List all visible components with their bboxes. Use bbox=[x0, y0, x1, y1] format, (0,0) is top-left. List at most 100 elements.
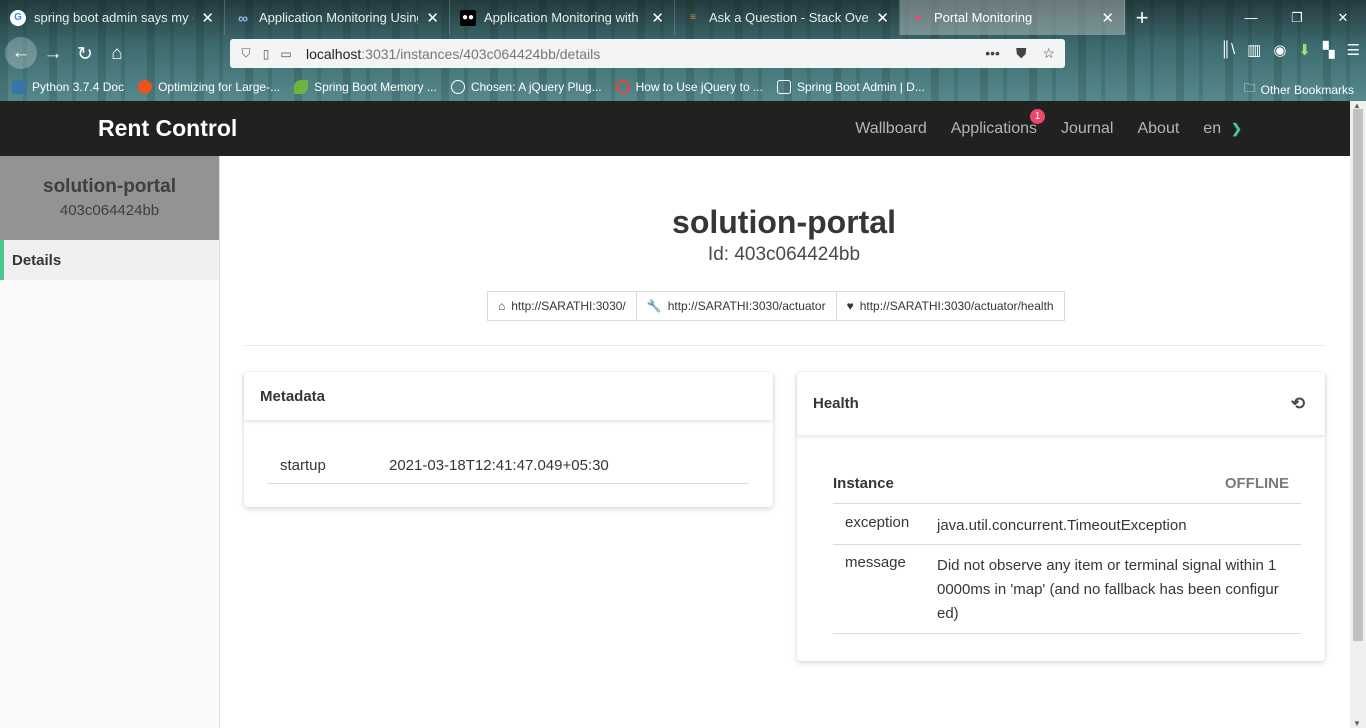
app-nav-menu: Wallboard Applications 1 Journal About en… bbox=[855, 101, 1242, 156]
tab-title: Ask a Question - Stack Overflo bbox=[709, 10, 869, 25]
bookmark-item[interactable]: How to Use jQuery to ... bbox=[615, 80, 763, 94]
scrollbar-thumb[interactable] bbox=[1353, 109, 1363, 641]
other-bookmarks[interactable]: 🗀 Other Bookmarks bbox=[1244, 79, 1354, 100]
bookmark-item[interactable]: Optimizing for Large-... bbox=[138, 80, 280, 94]
close-icon[interactable]: ✕ bbox=[201, 9, 214, 27]
sidebar-header: solution-portal 403c064424bb bbox=[0, 156, 219, 240]
scrollbar[interactable]: ▲ ▼ bbox=[1350, 101, 1366, 728]
pulse-icon: ⌁ bbox=[913, 9, 923, 25]
leaf-icon bbox=[294, 80, 309, 94]
extensions-icon[interactable]: ▚ bbox=[1323, 41, 1335, 59]
sidebar-instance-id: 403c064424bb bbox=[59, 202, 160, 219]
close-window-icon[interactable]: ✕ bbox=[1320, 0, 1366, 35]
page-icon[interactable]: ▯ bbox=[256, 47, 276, 61]
metadata-card: Metadata startup 2021-03-18T12:41:47.049… bbox=[244, 372, 773, 507]
health-table: Instance OFFLINE exception java.util.con… bbox=[833, 463, 1301, 634]
forward-icon[interactable]: → bbox=[38, 39, 68, 69]
window-controls: — ❐ ✕ bbox=[1228, 0, 1366, 35]
url-text[interactable]: localhost:3031/instances/403c064424bb/de… bbox=[306, 46, 985, 62]
close-icon[interactable]: ✕ bbox=[1101, 9, 1114, 27]
bookmark-label: Spring Boot Admin | D... bbox=[796, 80, 925, 94]
page-subtitle: Id: 403c064424bb bbox=[707, 244, 861, 265]
bookmark-label: Python 3.7.4 Doc bbox=[32, 80, 125, 94]
home-icon[interactable]: ⌂ bbox=[102, 39, 132, 69]
restore-icon[interactable]: ❐ bbox=[1274, 0, 1320, 35]
shield-icon[interactable]: ⛉ bbox=[236, 46, 256, 61]
close-icon[interactable]: ✕ bbox=[876, 9, 889, 27]
metadata-key: startup bbox=[280, 456, 326, 474]
close-icon[interactable]: ✕ bbox=[651, 9, 664, 27]
history-icon[interactable]: ⟲ bbox=[1291, 394, 1305, 414]
folder-icon: 🗀 bbox=[1243, 81, 1256, 95]
address-bar[interactable]: ⛉ ▯ ▭ localhost:3031/instances/403c06442… bbox=[230, 39, 1065, 68]
heartbeat-icon: ♥ bbox=[846, 299, 854, 313]
home-url-button[interactable]: ⌂ http://SARATHI:3030/ bbox=[487, 291, 637, 321]
browser-tab[interactable]: G spring boot admin says my clie ✕ bbox=[0, 0, 225, 35]
new-tab-button[interactable]: + bbox=[1125, 0, 1159, 35]
bookmark-item[interactable]: Chosen: A jQuery Plug... bbox=[450, 80, 602, 94]
reload-icon[interactable]: ↻ bbox=[70, 39, 100, 69]
browser-tab[interactable]: ≡ Ask a Question - Stack Overflo ✕ bbox=[675, 0, 900, 35]
close-icon[interactable]: ✕ bbox=[426, 9, 439, 27]
browser-tab[interactable]: ∞ Application Monitoring Using ✕ bbox=[225, 0, 450, 35]
page-title: solution-portal bbox=[672, 204, 896, 240]
minimize-icon[interactable]: — bbox=[1228, 0, 1274, 35]
brand-title[interactable]: Rent Control bbox=[98, 115, 237, 142]
link-label: http://SARATHI:3030/actuator bbox=[667, 299, 826, 313]
notification-badge: 1 bbox=[1030, 108, 1045, 124]
health-card: Health ⟲ Instance OFFLINE exception java… bbox=[797, 372, 1325, 661]
navigation-toolbar: ← → ↻ ⌂ ⛉ ▯ ▭ localhost:3031/instances/4… bbox=[0, 35, 1366, 72]
instance-links: ⌂ http://SARATHI:3030/ 🔧 http://SARATHI:30… bbox=[487, 291, 1065, 321]
table-row: message Did not observe any item or term… bbox=[833, 545, 1301, 634]
nav-about[interactable]: About bbox=[1137, 120, 1179, 138]
browser-chrome: G spring boot admin says my clie ✕ ∞ App… bbox=[0, 0, 1366, 101]
bookmark-item[interactable]: Spring Boot Memory ... bbox=[294, 80, 437, 94]
metadata-card-title: Metadata bbox=[244, 372, 773, 420]
infinity-icon bbox=[615, 80, 630, 94]
browser-tab-active[interactable]: ⌁ Portal Monitoring ✕ bbox=[900, 0, 1125, 35]
tab-title: Portal Monitoring bbox=[934, 10, 1033, 25]
home-icon: ⌂ bbox=[498, 299, 506, 313]
nav-journal[interactable]: Journal bbox=[1061, 120, 1113, 138]
app-navbar: Rent Control Wallboard Applications 1 Jou… bbox=[0, 101, 1350, 156]
actuator-url-button[interactable]: 🔧 http://SARATHI:3030/actuator bbox=[635, 291, 837, 321]
table-row: startup 2021-03-18T12:41:47.049+05:30 bbox=[267, 447, 749, 484]
health-key: message bbox=[845, 554, 906, 571]
link-label: http://SARATHI:3030/actuator/health bbox=[859, 299, 1054, 313]
download-icon[interactable]: ⬇ bbox=[1298, 41, 1311, 59]
instance-label: Instance bbox=[833, 474, 894, 492]
bookmark-item[interactable]: Spring Boot Admin | D... bbox=[776, 80, 925, 94]
language-select[interactable]: en ❯ bbox=[1203, 120, 1242, 138]
sidebar: solution-portal 403c064424bb Details bbox=[0, 156, 220, 728]
sidebar-item-details[interactable]: Details bbox=[0, 240, 219, 280]
health-url-button[interactable]: ♥ http://SARATHI:3030/actuator/health bbox=[835, 291, 1065, 321]
tab-title: Application Monitoring Using bbox=[259, 10, 419, 25]
nav-applications-label: Applications bbox=[950, 119, 1037, 137]
browser-tab[interactable]: ●● Application Monitoring with P ✕ bbox=[450, 0, 675, 35]
health-card-title: Health bbox=[813, 395, 859, 412]
reader-icon[interactable]: ▭ bbox=[276, 47, 296, 61]
menu-icon[interactable]: ☰ bbox=[1347, 41, 1360, 59]
library-icon[interactable]: ║\ bbox=[1220, 41, 1235, 59]
bookmark-item[interactable]: Python 3.7.4 Doc bbox=[12, 80, 124, 94]
health-instance-row: Instance OFFLINE bbox=[833, 463, 1301, 504]
sidebar-instance-name: solution-portal bbox=[43, 176, 176, 197]
health-value: java.util.concurrent.TimeoutException bbox=[937, 517, 1187, 534]
sidebar-toggle-icon[interactable]: ▥ bbox=[1247, 41, 1261, 59]
stackoverflow-icon: ≡ bbox=[690, 12, 696, 23]
python-icon bbox=[12, 80, 26, 94]
nav-wallboard[interactable]: Wallboard bbox=[855, 120, 926, 138]
chevron-down-icon: ❯ bbox=[1231, 120, 1242, 136]
more-icon[interactable]: ••• bbox=[985, 45, 1000, 62]
back-icon[interactable]: ← bbox=[5, 37, 37, 69]
pocket-icon[interactable]: ⛊ bbox=[1016, 45, 1027, 62]
health-value: Did not observe any item or terminal sig… bbox=[937, 557, 1279, 622]
scroll-down-icon[interactable]: ▼ bbox=[1353, 719, 1361, 728]
metadata-value: 2021-03-18T12:41:47.049+05:30 bbox=[389, 456, 609, 474]
star-icon[interactable]: ☆ bbox=[1042, 45, 1055, 62]
tab-strip: G spring boot admin says my clie ✕ ∞ App… bbox=[0, 0, 1366, 35]
health-card-header: Health ⟲ bbox=[797, 372, 1325, 435]
status-badge: OFFLINE bbox=[1224, 474, 1289, 492]
nav-applications[interactable]: Applications 1 bbox=[950, 108, 1045, 138]
account-icon[interactable]: ◉ bbox=[1273, 41, 1286, 59]
